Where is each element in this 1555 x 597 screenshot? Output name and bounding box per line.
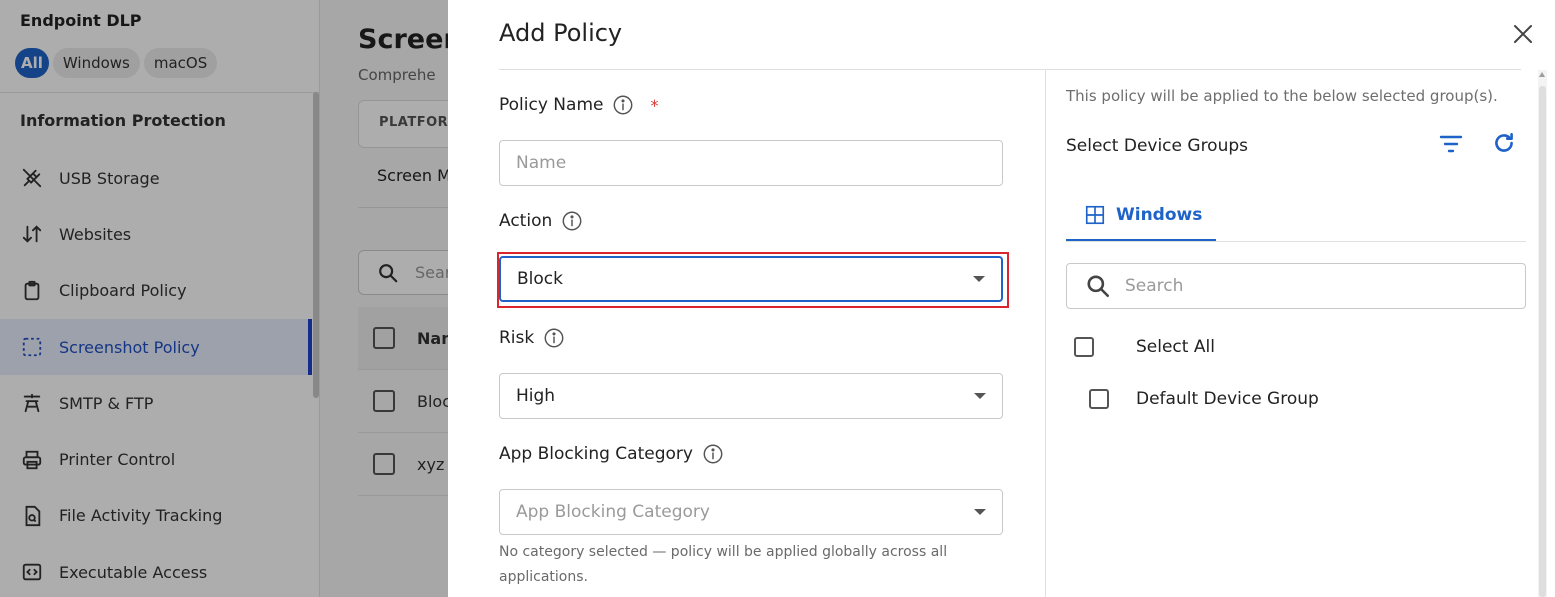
app-blocking-select[interactable]: App Blocking Category: [499, 489, 1003, 535]
action-value: Block: [517, 269, 563, 289]
scroll-up-icon[interactable]: [1539, 72, 1545, 77]
windows-icon: [1084, 204, 1106, 226]
app-blocking-label: App Blocking Category: [499, 443, 724, 465]
close-icon[interactable]: [1511, 22, 1535, 46]
add-policy-drawer: Add Policy Policy Name * Name Action Blo…: [448, 0, 1555, 597]
app-blocking-label-text: App Blocking Category: [499, 444, 693, 464]
info-icon[interactable]: [702, 443, 724, 465]
divider: [499, 69, 1521, 70]
action-label-text: Action: [499, 211, 553, 231]
policy-name-label-text: Policy Name: [499, 95, 604, 115]
action-select[interactable]: Block: [499, 256, 1003, 302]
chevron-down-icon: [974, 509, 986, 515]
risk-label: Risk: [499, 327, 565, 349]
required-mark: *: [650, 95, 659, 115]
app-blocking-placeholder: App Blocking Category: [516, 502, 710, 522]
tab-windows-label: Windows: [1116, 204, 1203, 225]
info-icon[interactable]: [561, 210, 583, 232]
device-group-search-input[interactable]: [1125, 276, 1505, 296]
divider: [1066, 241, 1526, 242]
select-all-row[interactable]: Select All: [1074, 337, 1215, 357]
policy-name-placeholder: Name: [516, 153, 567, 173]
filter-icon[interactable]: [1438, 132, 1464, 156]
policy-name-label: Policy Name *: [499, 94, 658, 116]
device-group-search[interactable]: [1066, 263, 1526, 309]
panel-divider: [1045, 70, 1046, 597]
risk-select[interactable]: High: [499, 373, 1003, 419]
risk-label-text: Risk: [499, 328, 535, 348]
policy-name-field[interactable]: Name: [499, 140, 1003, 186]
scrollbar-thumb[interactable]: [1539, 86, 1546, 597]
refresh-icon[interactable]: [1491, 130, 1517, 156]
info-icon[interactable]: [543, 327, 565, 349]
app-blocking-hint: No category selected — policy will be ap…: [499, 544, 948, 585]
search-icon: [1085, 273, 1111, 299]
drawer-title: Add Policy: [499, 19, 623, 47]
modal-backdrop[interactable]: [0, 0, 448, 597]
risk-value: High: [516, 386, 556, 406]
device-group-checkbox[interactable]: [1089, 389, 1109, 409]
chevron-down-icon: [973, 276, 985, 282]
chevron-down-icon: [974, 393, 986, 399]
info-icon[interactable]: [612, 94, 634, 116]
select-all-label: Select All: [1136, 337, 1215, 357]
list-item[interactable]: Default Device Group: [1089, 389, 1319, 409]
tab-windows[interactable]: Windows: [1066, 190, 1216, 242]
device-groups-title: Select Device Groups: [1066, 136, 1249, 156]
select-all-checkbox[interactable]: [1074, 337, 1094, 357]
device-group-note: This policy will be applied to the below…: [1066, 87, 1498, 105]
action-label: Action: [499, 210, 583, 232]
device-group-label: Default Device Group: [1136, 389, 1319, 409]
